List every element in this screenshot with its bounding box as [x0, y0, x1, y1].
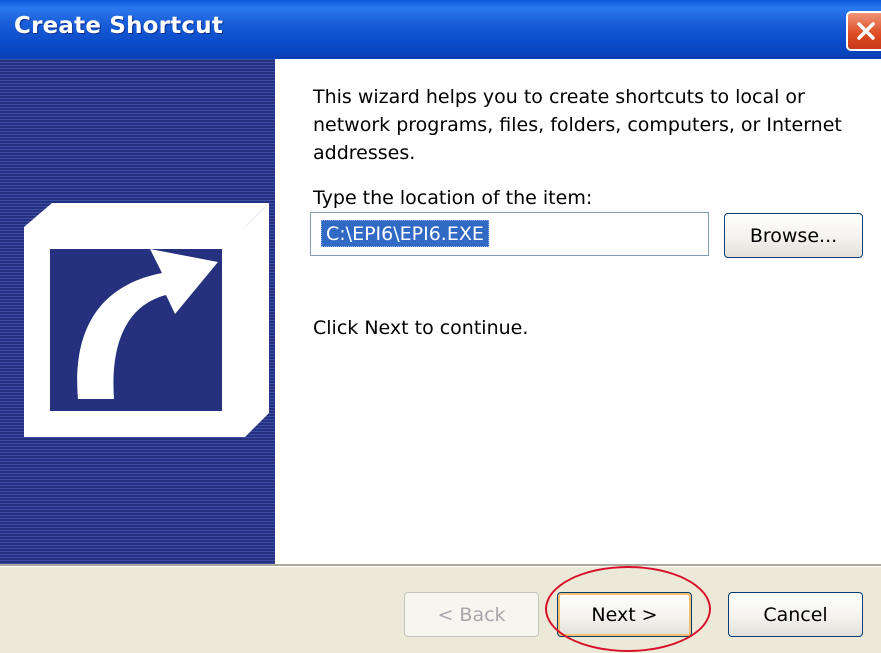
- continue-text: Click Next to continue.: [313, 317, 529, 339]
- location-value: C:\EPI6\EPI6.EXE: [321, 220, 489, 247]
- cancel-button[interactable]: Cancel: [728, 592, 863, 637]
- title-bar[interactable]: Create Shortcut: [0, 0, 881, 59]
- window-title: Create Shortcut: [14, 13, 224, 39]
- wizard-sidebar: [0, 59, 275, 564]
- close-button[interactable]: [846, 11, 881, 51]
- next-button[interactable]: Next >: [557, 592, 692, 637]
- button-area-divider: [0, 564, 881, 567]
- location-label: Type the location of the item:: [313, 187, 593, 209]
- shortcut-arrow-icon: [24, 203, 269, 437]
- back-button[interactable]: < Back: [404, 592, 539, 637]
- intro-text: This wizard helps you to create shortcut…: [313, 86, 842, 164]
- location-input[interactable]: C:\EPI6\EPI6.EXE: [310, 212, 709, 256]
- close-icon: [857, 22, 875, 40]
- browse-button[interactable]: Browse...: [724, 213, 863, 258]
